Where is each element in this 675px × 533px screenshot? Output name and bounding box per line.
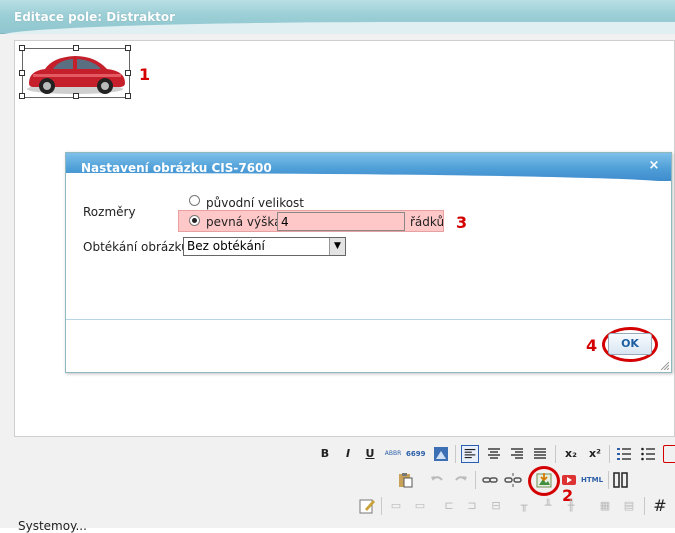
resize-handle-se[interactable] — [125, 93, 131, 99]
row-props-icon[interactable]: ▤ — [620, 497, 638, 515]
dialog-divider — [66, 319, 671, 320]
height-unit-label: řádků — [410, 215, 445, 229]
annotation-step-1: 1 — [139, 65, 151, 84]
table-insert-before-icon[interactable]: ⊏ — [440, 497, 458, 515]
bold-button[interactable]: B — [316, 445, 334, 463]
toolbar-divider — [475, 471, 476, 489]
close-icon[interactable]: × — [647, 159, 661, 173]
redo-icon[interactable] — [452, 471, 470, 489]
window-titlebar: Editace pole: Distraktor — [0, 0, 675, 36]
underline-button[interactable]: U — [361, 445, 379, 463]
resize-handle-n[interactable] — [73, 45, 79, 51]
resize-grip-icon[interactable] — [659, 360, 669, 370]
resize-handle-w[interactable] — [19, 70, 25, 76]
radio-fixed-height[interactable] — [189, 215, 200, 226]
table-insert-after-icon[interactable]: ⊐ — [463, 497, 481, 515]
table-split-icon[interactable]: ╥ — [515, 497, 533, 515]
resize-handle-e[interactable] — [125, 70, 131, 76]
edit-icon[interactable] — [358, 497, 376, 515]
ok-button[interactable]: OK — [608, 333, 652, 355]
radio-original-size[interactable] — [189, 195, 200, 206]
table-delete-col-icon[interactable]: ╫ — [562, 497, 580, 515]
image-icon[interactable] — [432, 445, 450, 463]
table-merge-icon[interactable]: ╨ — [539, 497, 557, 515]
align-justify-icon[interactable] — [531, 445, 549, 463]
image-settings-dialog: Nastavení obrázku CIS-7600 × Rozměry pův… — [65, 152, 672, 373]
cut-off-icon[interactable] — [663, 445, 675, 463]
resize-handle-sw[interactable] — [19, 93, 25, 99]
align-right-icon[interactable] — [508, 445, 526, 463]
selected-image[interactable] — [19, 45, 131, 99]
resize-handle-nw[interactable] — [19, 45, 25, 51]
chevron-down-icon[interactable]: ▼ — [329, 238, 345, 255]
insert-image-icon[interactable] — [535, 472, 553, 490]
video-icon[interactable] — [560, 471, 578, 489]
status-text: Systemoy... — [18, 519, 87, 533]
italic-button[interactable]: I — [339, 445, 357, 463]
numbered-list-icon[interactable] — [615, 445, 633, 463]
table-grid-icon[interactable]: # — [651, 497, 669, 515]
annotation-step-4: 4 — [586, 336, 598, 355]
window-title: Editace pole: Distraktor — [14, 10, 176, 24]
wrap-select-value: Bez obtékání — [187, 239, 265, 253]
resize-handle-s[interactable] — [73, 93, 79, 99]
toolbar-divider — [381, 497, 382, 515]
wrap-label: Obtékání obrázku — [83, 240, 189, 254]
table-row-icon[interactable]: ▭ — [387, 497, 405, 515]
wrap-select[interactable]: Bez obtékání ▼ — [183, 237, 346, 256]
option-fixed-height-label: pevná výška — [206, 215, 282, 229]
abbr-button[interactable]: ABBR — [384, 445, 402, 463]
unlink-icon[interactable] — [504, 471, 522, 489]
resize-handle-ne[interactable] — [125, 45, 131, 51]
table-col-icon[interactable]: ▭ — [411, 497, 429, 515]
quote-button[interactable]: 6699 — [406, 445, 425, 463]
table-delete-row-icon[interactable]: ⊟ — [487, 497, 505, 515]
toolbar-divider — [609, 445, 610, 463]
height-input[interactable] — [277, 212, 405, 231]
cell-props-icon[interactable]: ▦ — [596, 497, 614, 515]
paste-icon[interactable] — [396, 471, 414, 489]
columns-icon[interactable] — [612, 471, 630, 489]
toolbar-divider — [555, 445, 556, 463]
dialog-titlebar[interactable]: Nastavení obrázku CIS-7600 × — [66, 153, 671, 183]
toolbar-divider — [455, 445, 456, 463]
toolbar-divider — [644, 497, 645, 515]
superscript-button[interactable]: x² — [586, 445, 604, 463]
toolbar-divider — [608, 471, 609, 489]
dimensions-label: Rozměry — [83, 205, 136, 219]
align-center-icon[interactable] — [485, 445, 503, 463]
align-left-icon[interactable] — [461, 445, 479, 463]
car-image — [27, 56, 125, 94]
dialog-title: Nastavení obrázku CIS-7600 — [81, 161, 272, 175]
html-button[interactable]: HTML — [580, 471, 604, 489]
undo-icon[interactable] — [428, 471, 446, 489]
subscript-button[interactable]: x₂ — [562, 445, 580, 463]
link-icon[interactable] — [481, 471, 499, 489]
annotation-step-3: 3 — [456, 213, 468, 232]
bullet-list-icon[interactable] — [639, 445, 657, 463]
option-original-size-label: původní velikost — [206, 196, 305, 210]
